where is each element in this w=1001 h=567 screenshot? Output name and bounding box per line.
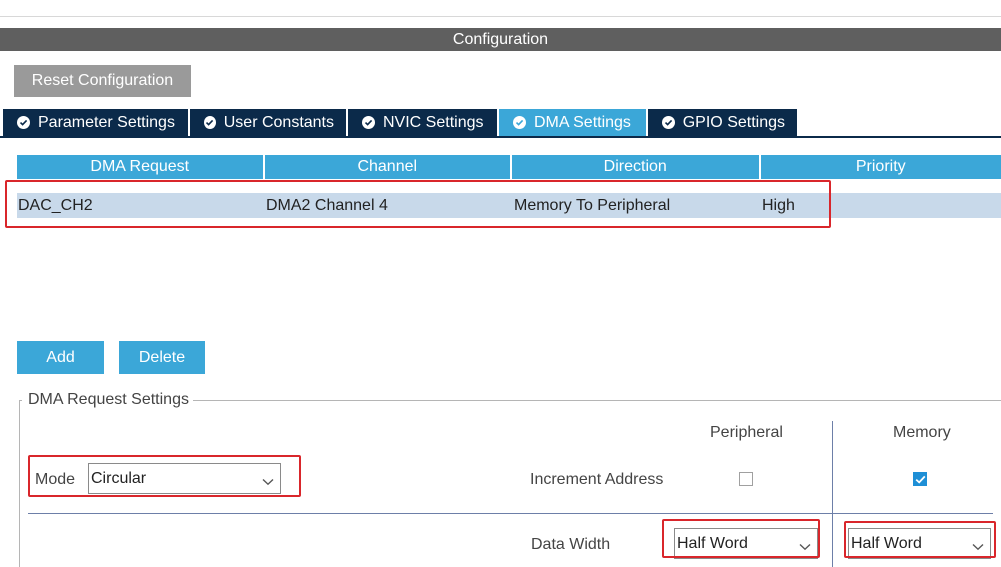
check-circle-icon [662, 116, 675, 129]
tab-label: DMA Settings [534, 113, 631, 131]
data-width-label: Data Width [531, 536, 611, 553]
fieldset-border [193, 400, 1001, 401]
column-header-dma-request[interactable]: DMA Request [17, 155, 263, 179]
peripheral-increment-checkbox[interactable] [739, 472, 753, 486]
checkmark-icon [915, 475, 925, 484]
column-header-priority[interactable]: Priority [760, 155, 1001, 179]
column-header-channel[interactable]: Channel [264, 155, 510, 179]
check-circle-icon [513, 116, 526, 129]
check-circle-icon [362, 116, 375, 129]
tab-nvic-settings[interactable]: NVIC Settings [348, 109, 497, 136]
highlight-box-memory-width [844, 521, 996, 558]
reset-configuration-button[interactable]: Reset Configuration [14, 65, 191, 97]
top-border [0, 0, 1001, 17]
delete-button[interactable]: Delete [119, 341, 205, 374]
tab-label: NVIC Settings [383, 113, 484, 131]
column-divider [832, 421, 833, 567]
highlight-box-peripheral-width [662, 519, 820, 558]
tab-dma-settings[interactable]: DMA Settings [499, 109, 646, 136]
tab-gpio-settings[interactable]: GPIO Settings [648, 109, 797, 136]
settings-tabs: Parameter Settings User Constants NVIC S… [3, 109, 799, 136]
tab-user-constants[interactable]: User Constants [190, 109, 346, 136]
memory-column-label: Memory [893, 424, 951, 441]
fieldset-border [19, 400, 20, 567]
tab-bar-underline [0, 136, 1001, 138]
row-divider [28, 513, 993, 514]
check-circle-icon [17, 116, 30, 129]
section-title: DMA Request Settings [26, 391, 191, 409]
highlight-box-row [5, 180, 831, 228]
increment-address-label: Increment Address [530, 471, 664, 488]
window-title: Configuration [0, 28, 1001, 51]
dma-table-header: DMA Request Channel Direction Priority [17, 155, 1001, 179]
highlight-box-mode [28, 455, 301, 497]
tab-parameter-settings[interactable]: Parameter Settings [3, 109, 188, 136]
column-header-direction[interactable]: Direction [512, 155, 759, 179]
tab-label: Parameter Settings [38, 113, 175, 131]
add-button[interactable]: Add [17, 341, 104, 374]
check-circle-icon [204, 116, 216, 129]
memory-increment-checkbox[interactable] [913, 472, 927, 486]
tab-label: GPIO Settings [682, 113, 785, 131]
tab-label: User Constants [223, 113, 334, 131]
peripheral-column-label: Peripheral [710, 424, 783, 441]
